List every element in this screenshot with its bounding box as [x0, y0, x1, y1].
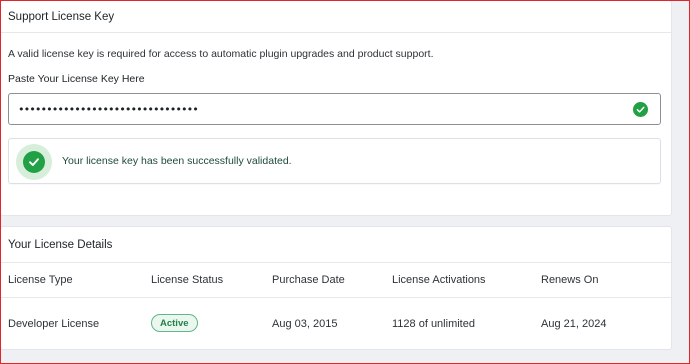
column-renews-on: Renews On [541, 274, 599, 286]
column-purchase-date: Purchase Date [272, 274, 345, 286]
column-license-type: License Type [8, 274, 73, 286]
column-license-activations: License Activations [392, 274, 486, 286]
license-key-input[interactable] [9, 94, 660, 124]
column-license-status: License Status [151, 274, 224, 286]
support-license-card: Support License Key A valid license key … [0, 0, 672, 216]
support-license-title: Support License Key [1, 1, 671, 33]
success-icon-halo [16, 144, 52, 180]
activations-value: 1128 of unlimited [392, 318, 475, 330]
row-divider [1, 297, 671, 298]
license-details-title: Your License Details [1, 227, 671, 263]
license-description: A valid license key is required for acce… [8, 48, 434, 60]
check-circle-icon [633, 102, 648, 117]
license-key-field[interactable] [8, 93, 661, 125]
validation-success-notice: Your license key has been successfully v… [8, 138, 661, 184]
license-details-card: Your License Details License Type Licens… [0, 226, 672, 350]
status-badge: Active [151, 314, 198, 332]
success-message: Your license key has been successfully v… [62, 155, 292, 167]
check-circle-icon [23, 151, 45, 173]
renews-on-value: Aug 21, 2024 [541, 318, 607, 330]
purchase-date-value: Aug 03, 2015 [272, 318, 338, 330]
license-key-label: Paste Your License Key Here [8, 73, 145, 85]
license-type-value: Developer License [8, 318, 100, 330]
